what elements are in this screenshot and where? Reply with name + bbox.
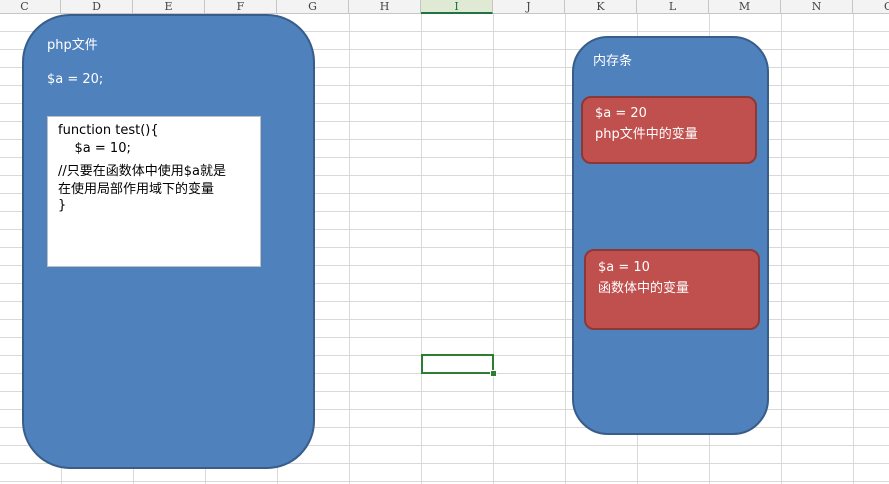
column-header-e[interactable]: E	[133, 0, 205, 13]
column-header-c[interactable]: C	[0, 0, 61, 13]
global-slot-label: php文件中的变量	[595, 127, 698, 142]
global-slot-value: $a = 20	[595, 106, 647, 121]
local-slot-value: $a = 10	[598, 260, 650, 275]
selected-cell[interactable]	[421, 354, 494, 374]
column-header-m[interactable]: M	[709, 0, 781, 13]
php-file-title: php文件	[47, 38, 98, 53]
memory-title: 内存条	[593, 54, 633, 69]
column-header-d[interactable]: D	[61, 0, 133, 13]
code-line-assignment: $a = 10;	[58, 141, 131, 156]
code-line-comment-continued: 在使用局部作用域下的变量	[58, 182, 215, 197]
column-header-h[interactable]: H	[349, 0, 421, 13]
column-header-j[interactable]: J	[493, 0, 565, 13]
column-header-n[interactable]: N	[781, 0, 853, 13]
column-header-g[interactable]: G	[277, 0, 349, 13]
column-header-bar: C D E F G H I J K L M N O	[0, 0, 889, 14]
global-variable-text: $a = 20;	[47, 72, 104, 87]
column-header-o[interactable]: O	[853, 0, 889, 13]
code-line-close-brace: }	[58, 198, 67, 213]
code-line-function: function test(){	[58, 123, 159, 138]
column-header-l[interactable]: L	[637, 0, 709, 13]
column-header-f[interactable]: F	[205, 0, 277, 13]
fill-handle[interactable]	[490, 370, 497, 377]
local-slot-label: 函数体中的变量	[598, 281, 690, 296]
column-header-k[interactable]: K	[565, 0, 637, 13]
code-line-comment: //只要在函数体中使用$a就是	[58, 164, 226, 179]
function-code-box[interactable]: function test(){ $a = 10; //只要在函数体中使用$a就…	[47, 116, 261, 267]
column-header-i[interactable]: I	[421, 0, 493, 14]
